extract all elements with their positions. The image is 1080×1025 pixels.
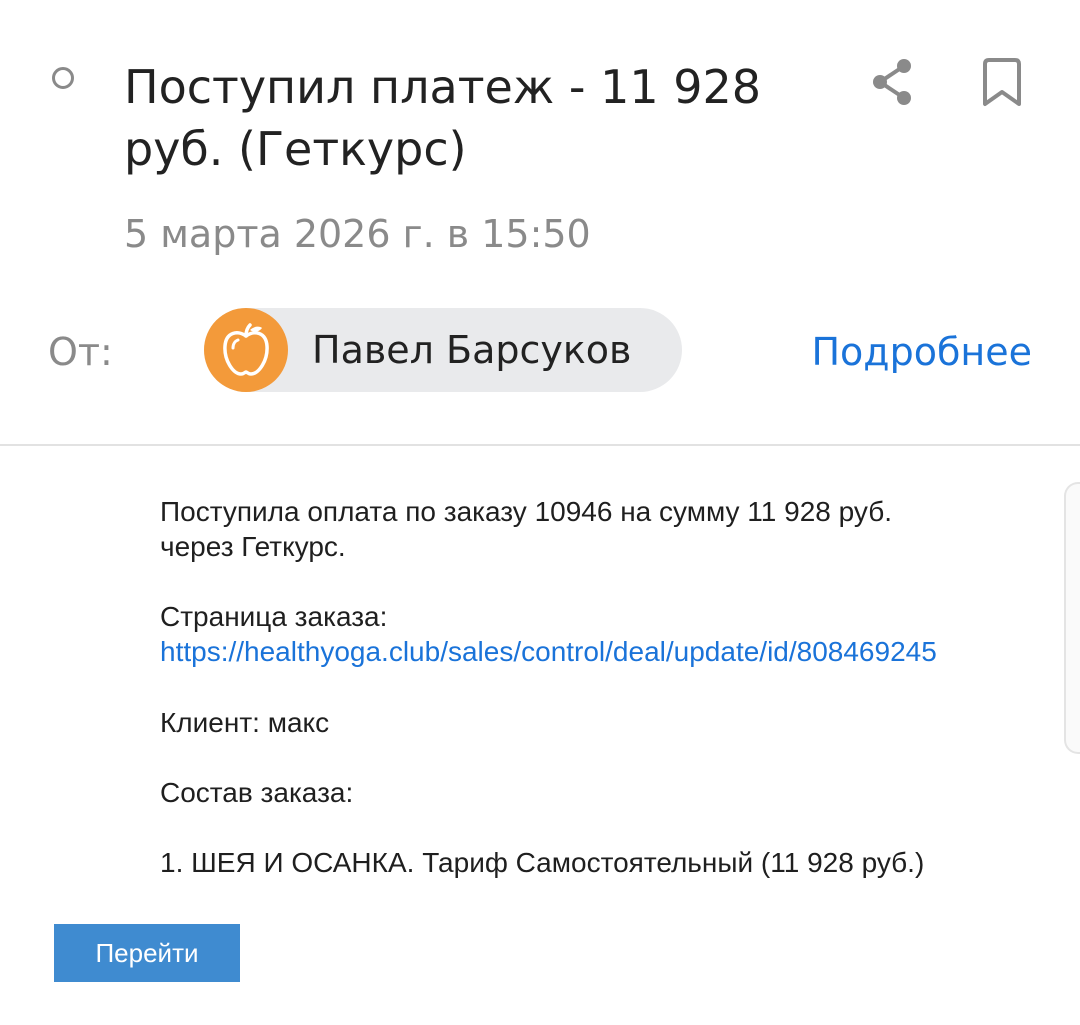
order-page-label: Страница заказа: — [160, 601, 388, 632]
bookmark-button[interactable] — [972, 52, 1032, 112]
order-page-link[interactable]: https://healthyoga.club/sales/control/de… — [160, 634, 937, 669]
header-divider — [0, 444, 1080, 446]
details-link[interactable]: Подробнее — [811, 326, 1032, 378]
sender-name: Павел Барсуков — [312, 328, 632, 372]
client-line: Клиент: макс — [160, 707, 330, 738]
share-button[interactable] — [862, 52, 922, 112]
apple-icon — [223, 323, 269, 376]
order-item: 1. ШЕЯ И ОСАНКА. Тариф Самостоятельный (… — [160, 847, 925, 878]
unread-indicator-icon[interactable] — [52, 67, 74, 89]
sender-chip[interactable]: Павел Барсуков — [204, 308, 682, 392]
side-panel-handle[interactable] — [1064, 482, 1080, 754]
go-button[interactable]: Перейти — [54, 924, 240, 982]
bookmark-icon — [983, 58, 1021, 106]
payment-line-2: через Геткурс. — [160, 531, 346, 562]
from-label: От: — [48, 330, 113, 374]
message-subject: Поступил платеж - 11 928 руб. (Геткурс) — [124, 60, 762, 176]
order-contents-label: Состав заказа: — [160, 777, 354, 808]
sender-avatar — [204, 308, 288, 392]
message-date: 5 марта 2026 г. в 15:50 — [124, 212, 591, 256]
share-icon — [873, 59, 911, 105]
payment-line-1: Поступила оплата по заказу 10946 на сумм… — [160, 496, 893, 527]
